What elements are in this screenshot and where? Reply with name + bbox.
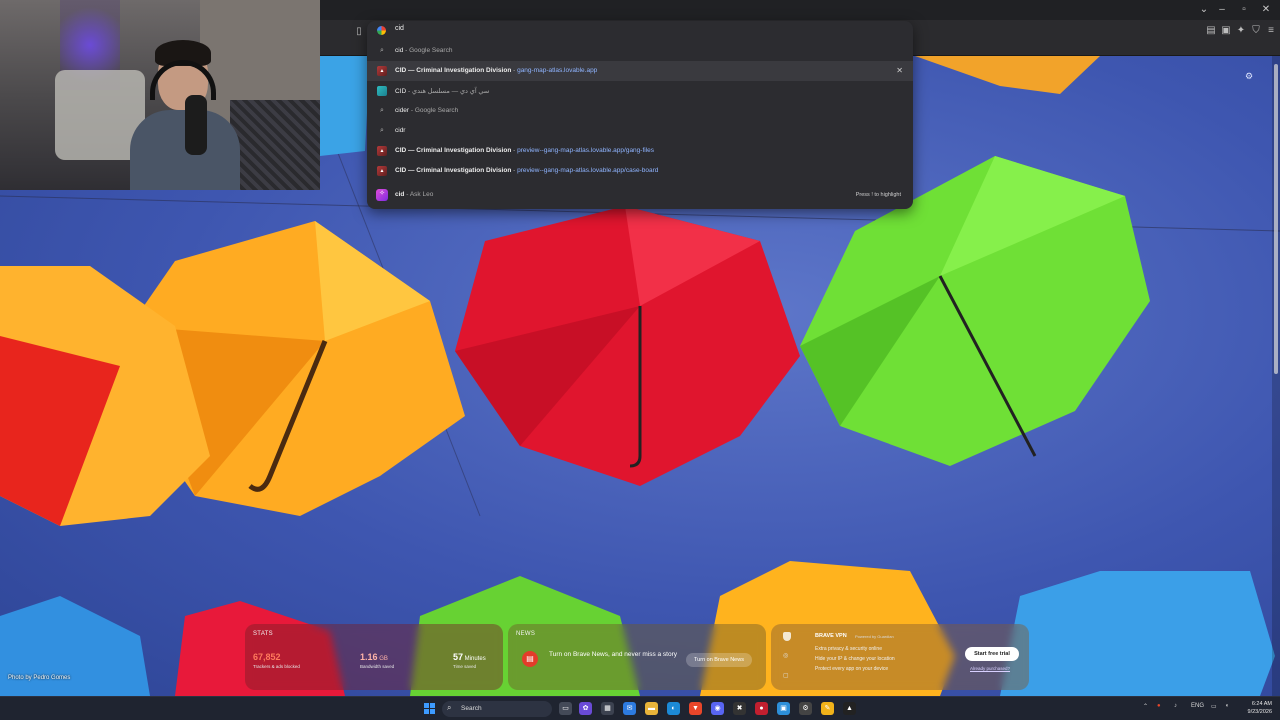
new-tab-widgets: STATS 67,852 Trackers & ads blocked 1.16… bbox=[245, 624, 1029, 690]
suggestion-item[interactable]: ⌕ cid - Google Search bbox=[367, 41, 913, 61]
microphone bbox=[185, 95, 207, 155]
close-window-button[interactable]: ✕ bbox=[1258, 3, 1274, 17]
tab-search-chevron-icon[interactable]: ⌄ bbox=[1196, 3, 1212, 17]
search-icon: ⌕ bbox=[380, 47, 384, 54]
vpn-feature: Protect every app on your device bbox=[815, 666, 889, 672]
start-free-trial-button[interactable]: Start free trial bbox=[965, 647, 1019, 661]
vpn-title: BRAVE VPN bbox=[815, 633, 847, 639]
brave-icon[interactable]: ▼ bbox=[689, 702, 702, 715]
screen: ⚙ Photo by Pedro Gomes ⌄ – ▫ ✕ ▯ ▤ ▣ ✦ ⛉… bbox=[0, 0, 1280, 720]
stat-trackers: 67,852 Trackers & ads blocked bbox=[253, 652, 300, 669]
app-icon[interactable]: ▲ bbox=[843, 702, 856, 715]
search-icon: ⌕ bbox=[380, 107, 384, 114]
scrollbar-thumb[interactable] bbox=[1274, 64, 1278, 374]
settings-icon[interactable]: ⚙ bbox=[799, 702, 812, 715]
discord-icon[interactable]: ◉ bbox=[711, 702, 724, 715]
file-explorer-icon[interactable]: ▬ bbox=[645, 702, 658, 715]
stat-time: 57 Minutes Time saved bbox=[453, 652, 486, 669]
cid-favicon-icon: ▲ bbox=[377, 146, 387, 156]
mic-icon[interactable]: ♪ bbox=[1174, 703, 1177, 709]
maximize-button[interactable]: ▫ bbox=[1236, 3, 1252, 17]
highlight-hint: Press ! to highlight bbox=[855, 192, 901, 198]
google-icon bbox=[377, 26, 386, 35]
widgets-icon[interactable]: ▦ bbox=[601, 702, 614, 715]
stat-bandwidth: 1.16 GB Bandwidth saved bbox=[360, 652, 395, 669]
streamer bbox=[130, 40, 240, 190]
extensions-icon[interactable]: ✦ bbox=[1234, 24, 1248, 38]
bookmark-icon[interactable]: ▯ bbox=[352, 25, 366, 39]
volume-icon[interactable]: ◖ bbox=[1225, 703, 1229, 709]
already-purchased-link[interactable]: Already purchased? bbox=[970, 666, 1010, 671]
customize-gear-icon[interactable]: ⚙ bbox=[1245, 71, 1253, 82]
stats-title: STATS bbox=[253, 631, 273, 637]
sidebar-toggle-icon[interactable]: ▤ bbox=[1204, 24, 1218, 38]
vpn-feature: Hide your IP & change your location bbox=[815, 656, 895, 662]
vpn-powered-by: Powered by Guardian bbox=[855, 634, 894, 639]
app-icon[interactable]: ▣ bbox=[777, 702, 790, 715]
brave-news-icon: ▤ bbox=[522, 651, 538, 667]
menu-icon[interactable]: ≡ bbox=[1264, 24, 1278, 38]
site-favicon-icon bbox=[377, 86, 387, 96]
clock-date: 9/23/2026 bbox=[1247, 709, 1272, 715]
cid-favicon-icon: ▲ bbox=[377, 66, 387, 76]
shields-icon[interactable]: ⛉ bbox=[1249, 24, 1263, 38]
windows-start-icon[interactable] bbox=[424, 703, 435, 714]
recording-app-icon[interactable]: ● bbox=[755, 702, 768, 715]
vpn-globe-icon: ◎ bbox=[783, 653, 789, 659]
suggestion-item[interactable]: ▲ CID — Criminal Investigation Division … bbox=[367, 161, 913, 181]
copilot-icon[interactable]: ✿ bbox=[579, 702, 592, 715]
photo-credit[interactable]: Photo by Pedro Gomes bbox=[8, 675, 70, 681]
taskbar-search-label: Search bbox=[461, 705, 482, 712]
mail-icon[interactable]: ✉ bbox=[623, 702, 636, 715]
network-icon[interactable]: ▭ bbox=[1211, 703, 1217, 710]
search-icon: ⌕ bbox=[447, 703, 452, 712]
turn-on-news-button[interactable]: Turn on Brave News bbox=[686, 653, 752, 667]
news-widget: NEWS ▤ Turn on Brave News, and never mis… bbox=[508, 624, 766, 690]
app-icon[interactable]: ✖ bbox=[733, 702, 746, 715]
suggestion-item[interactable]: CID - سي آي دي — مسلسل هندي bbox=[367, 81, 913, 101]
cid-favicon-icon: ▲ bbox=[377, 166, 387, 176]
wallet-icon[interactable]: ▣ bbox=[1219, 24, 1233, 38]
vpn-device-icon: ▢ bbox=[783, 673, 789, 679]
remove-suggestion-icon[interactable]: ✕ bbox=[896, 66, 903, 75]
clock-time: 6:24 AM bbox=[1251, 701, 1272, 707]
taskbar-clock[interactable]: 6:24 AM 9/23/2026 bbox=[1240, 700, 1272, 716]
suggestion-item[interactable]: ▲ CID — Criminal Investigation Division … bbox=[367, 141, 913, 161]
search-icon: ⌕ bbox=[380, 127, 384, 134]
vpn-widget: ◎ ▢ BRAVE VPN Powered by Guardian Extra … bbox=[771, 624, 1029, 690]
minimize-button[interactable]: – bbox=[1214, 3, 1230, 17]
bed bbox=[230, 100, 320, 190]
taskbar: ⌕ Search ▭ ✿ ▦ ✉ ▬ ◐ ▼ ◉ ✖ ● ▣ ⚙ ✎ ▲ ⌃ ●… bbox=[0, 696, 1280, 720]
news-promo-text: Turn on Brave News, and never miss a sto… bbox=[549, 651, 678, 658]
task-view-icon[interactable]: ▭ bbox=[559, 702, 572, 715]
taskbar-search[interactable]: ⌕ Search bbox=[442, 701, 552, 717]
app-icon[interactable]: ✎ bbox=[821, 702, 834, 715]
language-indicator[interactable]: ENG bbox=[1191, 703, 1204, 709]
page-scrollbar[interactable] bbox=[1272, 56, 1280, 696]
news-title: NEWS bbox=[516, 631, 536, 637]
stats-widget: STATS 67,852 Trackers & ads blocked 1.16… bbox=[245, 624, 503, 690]
address-bar[interactable]: cid bbox=[367, 21, 913, 41]
vpn-shield-icon bbox=[783, 632, 791, 641]
tray-app-icon[interactable]: ● bbox=[1157, 703, 1161, 709]
leo-icon: ✧ bbox=[376, 189, 388, 201]
suggestion-item[interactable]: ⌕ cidr bbox=[367, 121, 913, 141]
vpn-feature: Extra privacy & security online bbox=[815, 646, 882, 652]
suggestion-item[interactable]: ⌕ cider - Google Search bbox=[367, 101, 913, 121]
suggestion-item[interactable]: ✧ cid - Ask Leo bbox=[367, 185, 913, 205]
address-input[interactable]: cid bbox=[395, 25, 404, 32]
suggestion-item[interactable]: ▲ CID — Criminal Investigation Division … bbox=[367, 61, 913, 81]
tray-chevron-icon[interactable]: ⌃ bbox=[1143, 703, 1148, 710]
edge-icon[interactable]: ◐ bbox=[667, 702, 680, 715]
omnibox-dropdown: cid ⌕ cid - Google Search ▲ CID — Crimin… bbox=[367, 21, 913, 209]
webcam-overlay bbox=[0, 0, 320, 190]
